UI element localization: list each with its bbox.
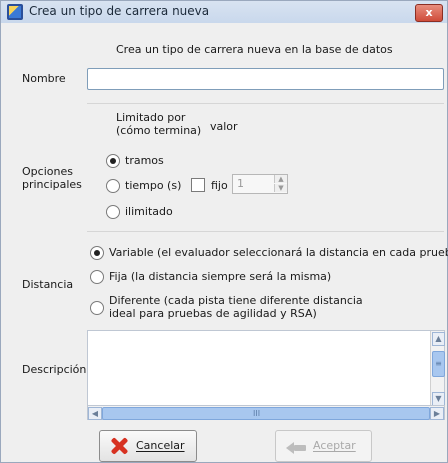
radio-ilimitado-label: ilimitado xyxy=(125,205,173,218)
fixed-value-spinner[interactable]: 1 ▲ ▼ xyxy=(232,174,288,194)
radio-fija[interactable] xyxy=(90,270,104,284)
vertical-scroll-thumb[interactable]: ≡ xyxy=(432,351,445,377)
name-input[interactable] xyxy=(87,68,444,90)
title-bar: Crea un tipo de carrera nueva x xyxy=(1,1,447,24)
description-label: Descripción xyxy=(22,363,87,376)
main-options-label-line1: Opciones xyxy=(22,165,73,178)
radio-variable[interactable] xyxy=(90,246,104,260)
distance-label: Distancia xyxy=(22,278,74,291)
cancel-label: Cancelar xyxy=(136,439,185,452)
app-icon xyxy=(7,4,23,20)
scroll-up-icon[interactable]: ▲ xyxy=(432,332,445,346)
limit-header-line1: Limitado por xyxy=(116,111,186,124)
horizontal-scrollbar[interactable]: ◀ III ▶ xyxy=(87,405,445,420)
fixed-label: fijo xyxy=(211,179,228,192)
main-options-label-line2: principales xyxy=(22,178,82,191)
scroll-down-icon[interactable]: ▼ xyxy=(432,392,445,406)
radio-tiempo-label: tiempo (s) xyxy=(125,179,182,192)
radio-diferente[interactable] xyxy=(90,301,104,315)
accept-icon xyxy=(286,438,306,454)
window-title: Crea un tipo de carrera nueva xyxy=(29,4,210,18)
spin-up-icon[interactable]: ▲ xyxy=(274,175,287,183)
horizontal-scroll-thumb[interactable]: III xyxy=(102,407,430,420)
fixed-value: 1 xyxy=(237,177,244,190)
description-textarea[interactable]: ▲ ≡ ▼ xyxy=(87,330,445,407)
scroll-left-icon[interactable]: ◀ xyxy=(88,407,102,420)
value-header: valor xyxy=(210,120,238,133)
fixed-checkbox[interactable] xyxy=(191,178,205,192)
accept-label: Aceptar xyxy=(313,439,356,452)
radio-ilimitado[interactable] xyxy=(106,205,120,219)
radio-tiempo[interactable] xyxy=(106,179,120,193)
name-label: Nombre xyxy=(22,72,66,85)
radio-diferente-label-line1: Diferente (cada pista tiene diferente di… xyxy=(109,294,363,307)
radio-diferente-label-line2: ideal para pruebas de agilidad y RSA) xyxy=(109,307,317,320)
radio-tramos-label: tramos xyxy=(125,154,164,167)
scroll-grip: III xyxy=(253,409,261,418)
dialog-subtitle: Crea un tipo de carrera nueva en la base… xyxy=(116,43,393,56)
separator xyxy=(87,103,444,104)
radio-tramos[interactable] xyxy=(106,154,120,168)
cancel-button[interactable]: Cancelar xyxy=(99,430,197,462)
cancel-icon xyxy=(110,437,128,455)
vertical-scrollbar[interactable]: ▲ ≡ ▼ xyxy=(430,331,445,406)
limit-header-line2: (cómo termina) xyxy=(116,124,202,137)
dialog-window: Crea un tipo de carrera nueva x Crea un … xyxy=(0,0,448,463)
dialog-content: Crea un tipo de carrera nueva en la base… xyxy=(1,23,448,462)
spin-down-icon[interactable]: ▼ xyxy=(274,184,287,192)
close-button[interactable]: x xyxy=(415,4,443,22)
separator xyxy=(87,231,444,232)
radio-variable-label: Variable (el evaluador seleccionará la d… xyxy=(109,246,448,259)
scroll-right-icon[interactable]: ▶ xyxy=(430,407,444,420)
radio-fija-label: Fija (la distancia siempre será la misma… xyxy=(109,270,332,283)
accept-button[interactable]: Aceptar xyxy=(275,430,372,462)
